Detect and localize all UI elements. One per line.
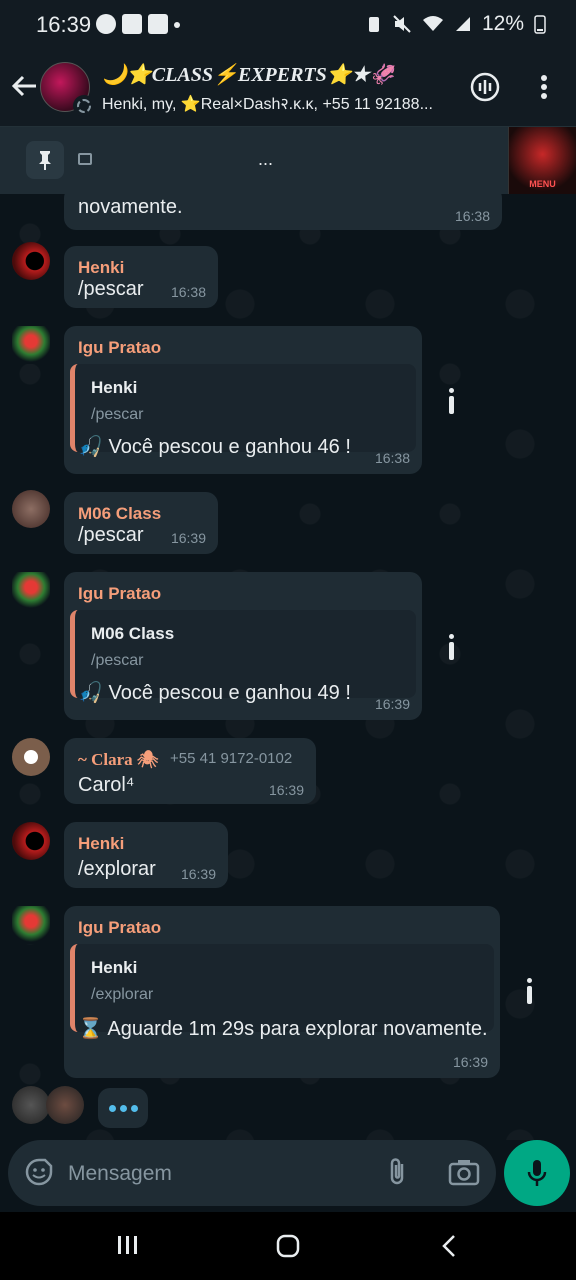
message-bubble[interactable]: novamente. 16:38 bbox=[64, 194, 502, 230]
avatar[interactable] bbox=[12, 572, 50, 610]
more-notifications-dot-icon bbox=[174, 22, 180, 28]
sender-name[interactable]: ~ Clara 🕷 bbox=[78, 750, 158, 770]
avatar[interactable] bbox=[12, 906, 50, 944]
quoted-text: /explorar bbox=[91, 986, 154, 1003]
typing-indicator bbox=[98, 1088, 148, 1128]
group-avatar[interactable] bbox=[40, 62, 95, 117]
instagram-icon bbox=[122, 14, 142, 34]
typing-avatars bbox=[12, 1086, 92, 1126]
message-bubble[interactable]: Igu Pratao M06 Class /pescar 🎣 Você pesc… bbox=[64, 572, 422, 720]
status-right: 12% bbox=[366, 12, 546, 36]
message-text: 🎣 Você pescou e ganhou 46 ! bbox=[78, 436, 351, 458]
message-bubble[interactable]: ~ Clara 🕷 +55 41 9172-0102 Carol⁴ 16:39 bbox=[64, 738, 316, 804]
signal-icon bbox=[455, 17, 470, 31]
message-text: 🎣 Você pescou e ganhou 49 ! bbox=[78, 682, 351, 704]
mute-icon bbox=[393, 15, 411, 33]
message-time: 16:38 bbox=[454, 208, 490, 224]
message-time: 16:39 bbox=[374, 696, 410, 712]
status-time: 16:39 bbox=[36, 12, 92, 37]
sender-name[interactable]: Henki bbox=[78, 258, 124, 278]
attach-icon[interactable] bbox=[384, 1156, 410, 1188]
mic-icon bbox=[527, 1160, 547, 1186]
group-title[interactable]: 🌙⭐CLASS⚡EXPERTS⭐★🦑 bbox=[102, 62, 395, 87]
typing-dot bbox=[108, 1104, 116, 1112]
notification-icons bbox=[96, 14, 180, 34]
avatar bbox=[46, 1086, 84, 1124]
message-bubble[interactable]: Igu Pratao Henki /explorar ⌛ Aguarde 1m … bbox=[64, 906, 500, 1078]
sender-name[interactable]: Igu Pratao bbox=[78, 584, 161, 604]
info-icon[interactable] bbox=[525, 978, 533, 1004]
message-bubble[interactable]: Henki /explorar 16:39 bbox=[64, 822, 228, 888]
message-bubble[interactable]: Igu Pratao Henki /pescar 🎣 Você pescou e… bbox=[64, 326, 422, 474]
sender-name[interactable]: M06 Class bbox=[78, 504, 161, 524]
message-text: /pescar bbox=[78, 278, 144, 300]
battery-icon bbox=[534, 15, 546, 34]
pin-icon bbox=[39, 151, 51, 170]
pinned-preview: ... bbox=[258, 149, 274, 169]
image-icon bbox=[78, 153, 92, 165]
quoted-sender: Henki bbox=[91, 958, 138, 977]
message-time: 16:39 bbox=[170, 530, 206, 546]
message-text: novamente. bbox=[78, 196, 183, 218]
message-text: Carol⁴ bbox=[78, 774, 135, 796]
message-bubble[interactable]: Henki /pescar 16:38 bbox=[64, 246, 218, 308]
avatar bbox=[12, 1086, 50, 1124]
quoted-sender: Henki bbox=[91, 378, 138, 397]
wifi-icon bbox=[422, 16, 443, 31]
avatar[interactable] bbox=[12, 242, 50, 280]
whatsapp-icon bbox=[96, 14, 116, 34]
more-options-icon[interactable] bbox=[530, 70, 558, 104]
battery-saver-icon bbox=[368, 17, 379, 32]
group-members[interactable]: Henki, my, ⭐Real×Dash२.κ.κ, +55 11 92188… bbox=[102, 92, 452, 114]
sender-name[interactable]: Igu Pratao bbox=[78, 338, 161, 358]
pinned-message-bar[interactable]: ... MENU bbox=[0, 126, 576, 195]
message-time: 16:39 bbox=[268, 782, 304, 798]
pin-button[interactable] bbox=[26, 141, 64, 179]
typing-dot bbox=[119, 1104, 127, 1112]
gallery-icon bbox=[148, 14, 168, 34]
sender-name[interactable]: Igu Pratao bbox=[78, 918, 161, 938]
quoted-text: /pescar bbox=[91, 652, 144, 669]
message-time: 16:39 bbox=[180, 866, 216, 882]
emoji-sticker-icon[interactable] bbox=[24, 1157, 54, 1187]
status-ring-icon bbox=[73, 95, 95, 117]
pinned-thumbnail[interactable]: MENU bbox=[508, 127, 576, 195]
message-input[interactable]: Mensagem bbox=[68, 1162, 172, 1186]
message-time: 16:39 bbox=[452, 1054, 488, 1070]
system-nav-bar bbox=[0, 1212, 576, 1280]
message-text: /explorar bbox=[78, 858, 156, 880]
home-icon[interactable] bbox=[276, 1234, 300, 1258]
avatar[interactable] bbox=[12, 490, 50, 528]
message-input-bar[interactable]: Mensagem bbox=[8, 1140, 496, 1206]
avatar[interactable] bbox=[12, 326, 50, 364]
recent-apps-icon[interactable] bbox=[116, 1234, 140, 1256]
sender-phone[interactable]: +55 41 9172-0102 bbox=[170, 750, 292, 767]
mic-button[interactable] bbox=[504, 1140, 570, 1206]
sender-name[interactable]: Henki bbox=[78, 834, 124, 854]
message-text: ⌛ Aguarde 1m 29s para explorar novamente… bbox=[78, 1018, 488, 1040]
avatar[interactable] bbox=[12, 822, 50, 860]
message-text: /pescar bbox=[78, 524, 144, 546]
message-time: 16:38 bbox=[170, 284, 206, 300]
default-user-icon bbox=[24, 750, 38, 764]
thumb-label: MENU bbox=[529, 179, 556, 189]
nav-back-icon[interactable] bbox=[440, 1234, 458, 1258]
quoted-sender: M06 Class bbox=[91, 624, 175, 643]
info-icon[interactable] bbox=[447, 388, 455, 414]
quoted-text: /pescar bbox=[91, 406, 144, 423]
message-bubble[interactable]: M06 Class /pescar 16:39 bbox=[64, 492, 218, 554]
typing-dot bbox=[130, 1104, 138, 1112]
avatar[interactable] bbox=[12, 738, 50, 776]
back-arrow-icon[interactable] bbox=[10, 72, 38, 100]
battery-percent: 12% bbox=[481, 12, 524, 35]
voice-chat-icon[interactable] bbox=[468, 70, 502, 104]
message-time: 16:38 bbox=[374, 450, 410, 466]
info-icon[interactable] bbox=[447, 634, 455, 660]
chat-header: 🌙⭐CLASS⚡EXPERTS⭐★🦑 Henki, my, ⭐Real×Dash… bbox=[0, 50, 576, 126]
camera-icon[interactable] bbox=[448, 1158, 480, 1186]
chat-messages[interactable]: novamente. 16:38 Henki /pescar 16:38 Igu… bbox=[0, 194, 576, 1140]
status-bar: 16:39 12% bbox=[0, 0, 576, 50]
